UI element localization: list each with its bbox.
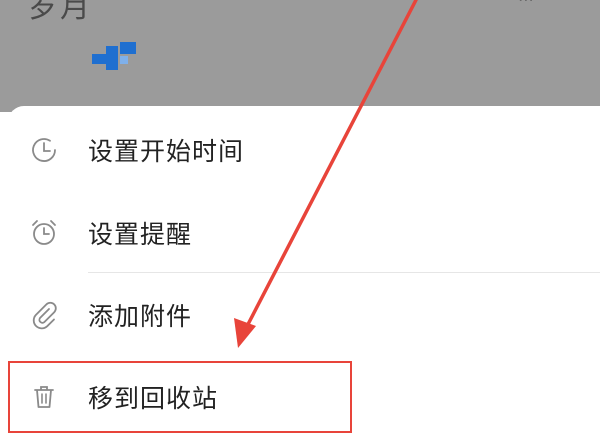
- more-icon[interactable]: ⋯: [518, 0, 540, 9]
- menu-item-label: 设置提醒: [88, 220, 193, 249]
- divider: [88, 272, 600, 273]
- highlight-box: [8, 361, 352, 433]
- menu-item-set-reminder[interactable]: 设置提醒: [8, 194, 600, 272]
- paperclip-icon: [28, 299, 60, 331]
- app-logo-icon: [92, 42, 136, 70]
- menu-item-set-start-time[interactable]: 设置开始时间: [8, 111, 600, 189]
- clock-icon: [28, 134, 60, 166]
- header-title: 岁月: [28, 0, 92, 25]
- dimmed-header: 岁月 ⋯: [0, 0, 600, 112]
- alarm-clock-icon: [28, 217, 60, 249]
- menu-item-label: 添加附件: [88, 302, 193, 331]
- menu-item-add-attachment[interactable]: 添加附件: [8, 276, 600, 354]
- screen: 岁月 ⋯ 设置开始时间: [0, 0, 600, 442]
- menu-item-label: 设置开始时间: [88, 137, 245, 166]
